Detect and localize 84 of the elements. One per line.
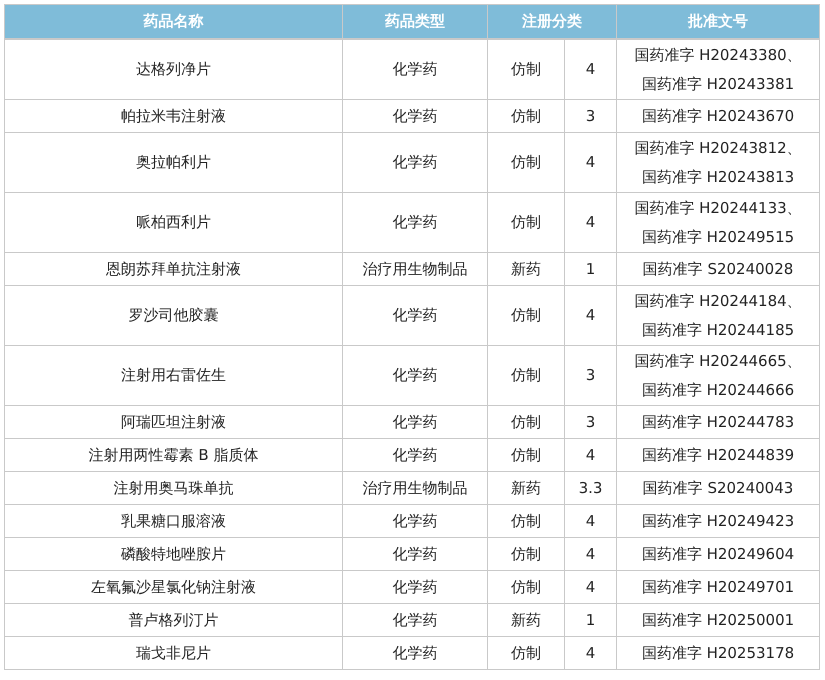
column-header: 批准文号 xyxy=(616,4,820,39)
table-cell: 罗沙司他胶囊 xyxy=(4,286,342,346)
table-cell: 注射用右雷佐生 xyxy=(4,346,342,406)
table-cell: 阿瑞匹坦注射液 xyxy=(4,406,342,438)
table-cell: 左氧氟沙星氯化钠注射液 xyxy=(4,570,342,604)
table-cell: 仿制 xyxy=(488,438,564,472)
table-cell: 仿制 xyxy=(488,132,564,192)
table-cell: 新药 xyxy=(488,472,564,504)
table-cell: 仿制 xyxy=(488,406,564,438)
approval-number: 国药准字 H20243812、 xyxy=(633,138,803,158)
table-cell: 化学药 xyxy=(342,406,488,438)
table-cell: 3 xyxy=(564,346,616,406)
table-cell: 化学药 xyxy=(342,346,488,406)
table-cell: 乳果糖口服溶液 xyxy=(4,504,342,538)
table-cell: 仿制 xyxy=(488,192,564,252)
table-cell: 1 xyxy=(564,252,616,286)
table-cell: 帕拉米韦注射液 xyxy=(4,100,342,132)
table-cell: 磷酸特地唑胺片 xyxy=(4,538,342,570)
approval-number: 国药准字 H20244184、 xyxy=(633,290,803,312)
table-cell: 化学药 xyxy=(342,504,488,538)
column-header: 药品类型 xyxy=(342,4,488,39)
approval-number: 国药准字 S20240028 xyxy=(642,258,794,280)
table-cell: 1 xyxy=(564,604,616,636)
table-cell: 3 xyxy=(564,406,616,438)
table-cell: 化学药 xyxy=(342,570,488,604)
table-cell: 化学药 xyxy=(342,286,488,346)
approval-number: 国药准字 H20253178 xyxy=(640,642,796,664)
approval-number: 国药准字 S20240043 xyxy=(642,478,794,498)
table-cell: 仿制 xyxy=(488,504,564,538)
table-cell: 达格列净片 xyxy=(4,39,342,100)
table-cell: 奥拉帕利片 xyxy=(4,132,342,192)
table-cell: 治疗用生物制品 xyxy=(342,252,488,286)
table-cell: 新药 xyxy=(488,252,564,286)
table-cell: 仿制 xyxy=(488,570,564,604)
table-cell: 4 xyxy=(564,192,616,252)
table-cell: 瑞戈非尼片 xyxy=(4,636,342,670)
table-cell: 4 xyxy=(564,438,616,472)
table-cell: 仿制 xyxy=(488,636,564,670)
table-cell: 化学药 xyxy=(342,100,488,132)
table-cell: 仿制 xyxy=(488,538,564,570)
approval-number: 国药准字 H20244839 xyxy=(640,444,796,466)
table-cell: 治疗用生物制品 xyxy=(342,472,488,504)
approval-number: 国药准字 H20243813 xyxy=(640,166,796,188)
approval-number: 国药准字 H20249604 xyxy=(640,544,796,564)
table-cell: 哌柏西利片 xyxy=(4,192,342,252)
table-cell: 仿制 xyxy=(488,100,564,132)
table-cell: 仿制 xyxy=(488,39,564,100)
approval-number: 国药准字 H20244133、 xyxy=(633,198,803,218)
table-cell: 新药 xyxy=(488,604,564,636)
table-cell: 化学药 xyxy=(342,538,488,570)
table-cell: 4 xyxy=(564,286,616,346)
approval-number: 国药准字 H20249701 xyxy=(640,576,796,598)
column-header: 注册分类 xyxy=(488,4,616,39)
table-cell: 4 xyxy=(564,570,616,604)
approval-number: 国药准字 H20244665、 xyxy=(633,350,803,372)
table-cell: 仿制 xyxy=(488,286,564,346)
approval-number: 国药准字 H20249423 xyxy=(640,510,796,532)
approval-number: 国药准字 H20244666 xyxy=(640,380,796,400)
table-cell: 普卢格列汀片 xyxy=(4,604,342,636)
table-cell: 化学药 xyxy=(342,636,488,670)
table-cell: 化学药 xyxy=(342,192,488,252)
approval-number: 国药准字 H20243381 xyxy=(640,74,796,94)
table-cell: 4 xyxy=(564,39,616,100)
column-header: 药品名称 xyxy=(4,4,342,39)
approval-number: 国药准字 H20244783 xyxy=(640,412,796,432)
table-cell: 4 xyxy=(564,132,616,192)
table-cell: 化学药 xyxy=(342,39,488,100)
table-cell: 3.3 xyxy=(564,472,616,504)
table-cell: 注射用两性霉素 B 脂质体 xyxy=(4,438,342,472)
table-cell: 化学药 xyxy=(342,438,488,472)
approval-number: 国药准字 H20243670 xyxy=(640,106,796,126)
table-cell: 恩朗苏拜单抗注射液 xyxy=(4,252,342,286)
table-cell: 化学药 xyxy=(342,132,488,192)
approval-number: 国药准字 H20243380、 xyxy=(633,44,803,66)
approval-number: 国药准字 H20250001 xyxy=(640,610,796,630)
table-cell: 化学药 xyxy=(342,604,488,636)
approval-number: 国药准字 H20244185 xyxy=(640,320,796,340)
approval-number: 国药准字 H20249515 xyxy=(640,226,796,248)
table-cell: 注射用奥马珠单抗 xyxy=(4,472,342,504)
table-cell: 4 xyxy=(564,538,616,570)
table-cell: 仿制 xyxy=(488,346,564,406)
table-cell: 3 xyxy=(564,100,616,132)
table-cell: 4 xyxy=(564,504,616,538)
table-cell: 4 xyxy=(564,636,616,670)
